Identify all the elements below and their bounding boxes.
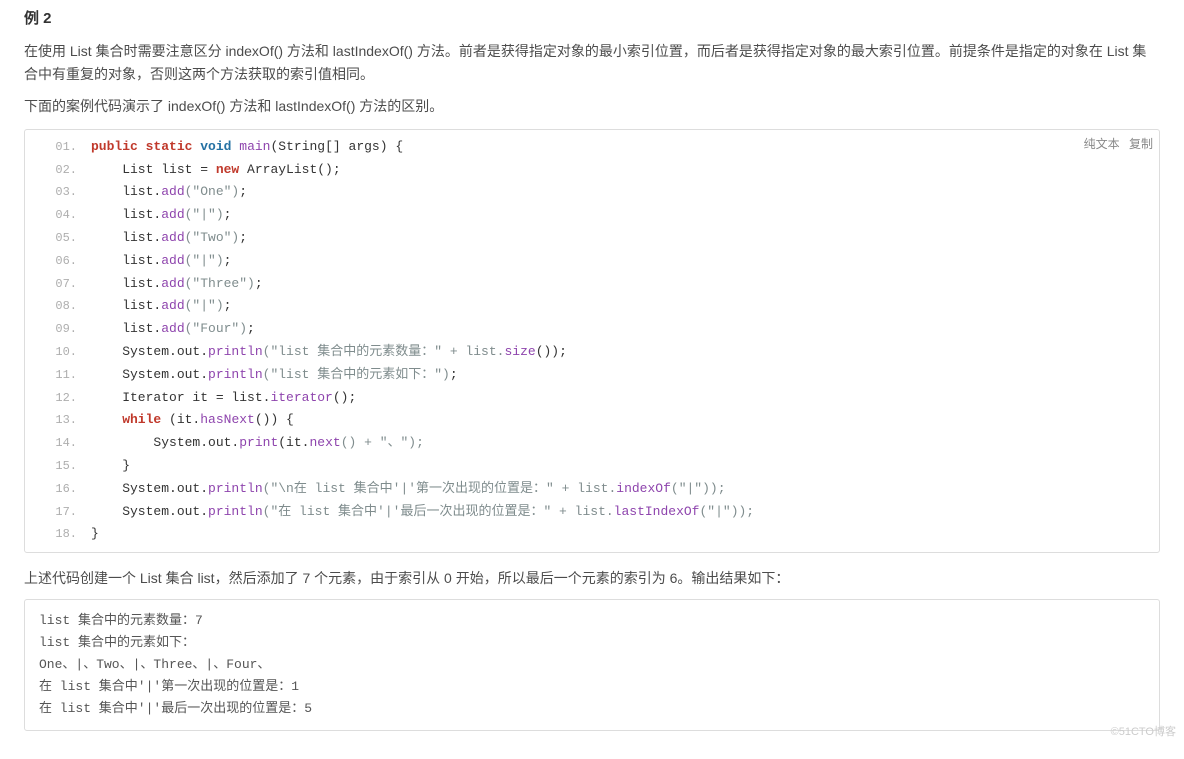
code-line: list.add("Four"); [25, 318, 1159, 341]
intro-paragraph-1: 在使用 List 集合时需要注意区分 indexOf() 方法和 lastInd… [24, 40, 1160, 88]
code-line: list.add("Three"); [25, 273, 1159, 296]
code-line: System.out.print(it.next() + "、"); [25, 432, 1159, 455]
code-line: System.out.println("\n在 list 集合中'|'第一次出现… [25, 478, 1159, 501]
code-line: list.add("|"); [25, 250, 1159, 273]
code-line: while (it.hasNext()) { [25, 409, 1159, 432]
code-line: list.add("|"); [25, 204, 1159, 227]
result-paragraph: 上述代码创建一个 List 集合 list，然后添加了 7 个元素，由于索引从 … [24, 567, 1160, 591]
code-block: 纯文本 复制 public static void main(String[] … [24, 129, 1160, 553]
code-line: list.add("|"); [25, 295, 1159, 318]
code-line: } [25, 523, 1159, 546]
code-line: list.add("Two"); [25, 227, 1159, 250]
code-listing: public static void main(String[] args) {… [25, 130, 1159, 552]
watermark: ©51CTO博客 [1111, 723, 1176, 742]
code-line: System.out.println("在 list 集合中'|'最后一次出现的… [25, 501, 1159, 524]
code-line: List list = new ArrayList(); [25, 159, 1159, 182]
code-line: public static void main(String[] args) { [25, 136, 1159, 159]
code-line: System.out.println("list 集合中的元素如下："); [25, 364, 1159, 387]
output-block: list 集合中的元素数量：7 list 集合中的元素如下： One、|、Two… [24, 599, 1160, 731]
code-line: System.out.println("list 集合中的元素数量：" + li… [25, 341, 1159, 364]
code-line: list.add("One"); [25, 181, 1159, 204]
code-line: Iterator it = list.iterator(); [25, 387, 1159, 410]
code-line: } [25, 455, 1159, 478]
example-heading: 例 2 [24, 6, 1160, 32]
intro-paragraph-2: 下面的案例代码演示了 indexOf() 方法和 lastIndexOf() 方… [24, 95, 1160, 119]
